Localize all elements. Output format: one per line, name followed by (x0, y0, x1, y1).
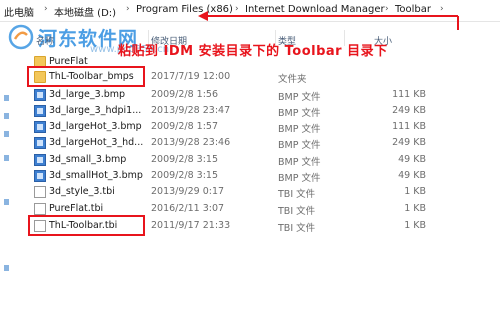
bitmap-file-icon (34, 137, 46, 149)
file-size: 1 KB (404, 203, 426, 214)
file-size: 249 KB (392, 105, 426, 116)
list-item-3d-smallhot-3[interactable]: 3d_smallHot_3.bmp 2009/2/8 3:15 BMP 文件 4… (0, 168, 500, 184)
column-header-name[interactable]: 名称 (36, 34, 54, 47)
list-item-3d-largehot-3-hd[interactable]: 3d_largeHot_3_hd... 2013/9/28 23:46 BMP … (0, 135, 500, 151)
file-type: 文件夹 (278, 74, 307, 85)
list-item-3d-style-3-tbi[interactable]: 3d_style_3.tbi 2013/9/29 0:17 TBI 文件 1 K… (0, 184, 500, 200)
breadcrumb-item-this-pc[interactable]: 此电脑 (4, 4, 34, 19)
file-size: 1 KB (404, 186, 426, 197)
file-date: 2009/2/8 3:15 (151, 170, 219, 181)
file-name: 3d_smallHot_3.bmp (49, 170, 143, 181)
file-type: TBI 文件 (278, 189, 316, 200)
file-date: 2009/2/8 1:57 (151, 121, 219, 132)
bitmap-file-icon (34, 121, 46, 133)
file-type: BMP 文件 (278, 157, 321, 168)
chevron-right-icon[interactable]: › (126, 4, 130, 14)
file-name: PureFlat.tbi (49, 203, 104, 214)
file-size: 111 KB (392, 121, 426, 132)
document-file-icon (34, 186, 46, 198)
document-file-icon (34, 203, 46, 215)
file-type: TBI 文件 (278, 223, 316, 234)
bitmap-file-icon (34, 105, 46, 117)
file-type: BMP 文件 (278, 92, 321, 103)
file-name: 3d_style_3.tbi (49, 186, 115, 197)
chevron-right-icon[interactable]: › (385, 4, 389, 14)
file-date: 2017/7/19 12:00 (151, 71, 231, 82)
file-size: 1 KB (404, 220, 426, 231)
chevron-right-icon[interactable]: › (44, 4, 48, 14)
file-date: 2009/2/8 1:56 (151, 89, 219, 100)
file-type: BMP 文件 (278, 173, 321, 184)
file-name: 3d_largeHot_3_hd... (49, 137, 144, 148)
file-type: BMP 文件 (278, 140, 321, 151)
list-item-3d-largehot-3[interactable]: 3d_largeHot_3.bmp 2009/2/8 1:57 BMP 文件 1… (0, 119, 500, 135)
file-size: 111 KB (392, 89, 426, 100)
breadcrumb-item-drive[interactable]: 本地磁盘 (D:) (54, 4, 116, 19)
chevron-right-icon[interactable]: › (235, 4, 239, 14)
file-name: 3d_largeHot_3.bmp (49, 121, 142, 132)
file-date: 2013/9/29 0:17 (151, 186, 225, 197)
chevron-right-icon[interactable]: › (440, 4, 444, 14)
file-name: 3d_large_3_hdpi1... (49, 105, 142, 116)
file-date: 2013/9/28 23:47 (151, 105, 231, 116)
file-name: 3d_large_3.bmp (49, 89, 126, 100)
file-size: 49 KB (398, 170, 426, 181)
bitmap-file-icon (34, 170, 46, 182)
file-name: 3d_small_3.bmp (49, 154, 127, 165)
file-size: 49 KB (398, 154, 426, 165)
watermark-logo (8, 24, 34, 50)
file-date: 2013/9/28 23:46 (151, 137, 231, 148)
highlight-box-tbi (28, 215, 145, 236)
bitmap-file-icon (34, 89, 46, 101)
breadcrumb-item-toolbar[interactable]: Toolbar (395, 4, 431, 15)
breadcrumb-item-program-files[interactable]: Program Files (x86) (136, 4, 233, 15)
list-item-3d-large-3[interactable]: 3d_large_3.bmp 2009/2/8 1:56 BMP 文件 111 … (0, 87, 500, 103)
file-type: BMP 文件 (278, 124, 321, 135)
address-bar[interactable]: 此电脑 › 本地磁盘 (D:) › Program Files (x86) › … (0, 0, 500, 22)
file-date: 2009/2/8 3:15 (151, 154, 219, 165)
file-type: BMP 文件 (278, 108, 321, 119)
highlight-box-folder (27, 66, 145, 87)
file-date: 2011/9/17 21:33 (151, 220, 231, 231)
file-date: 2016/2/11 3:07 (151, 203, 225, 214)
list-item-3d-small-3[interactable]: 3d_small_3.bmp 2009/2/8 3:15 BMP 文件 49 K… (0, 152, 500, 168)
file-type: TBI 文件 (278, 206, 316, 217)
breadcrumb-item-idm[interactable]: Internet Download Manager (245, 4, 385, 15)
file-size: 249 KB (392, 137, 426, 148)
bitmap-file-icon (34, 154, 46, 166)
list-item-3d-large-3-hdpi[interactable]: 3d_large_3_hdpi1... 2013/9/28 23:47 BMP … (0, 103, 500, 119)
